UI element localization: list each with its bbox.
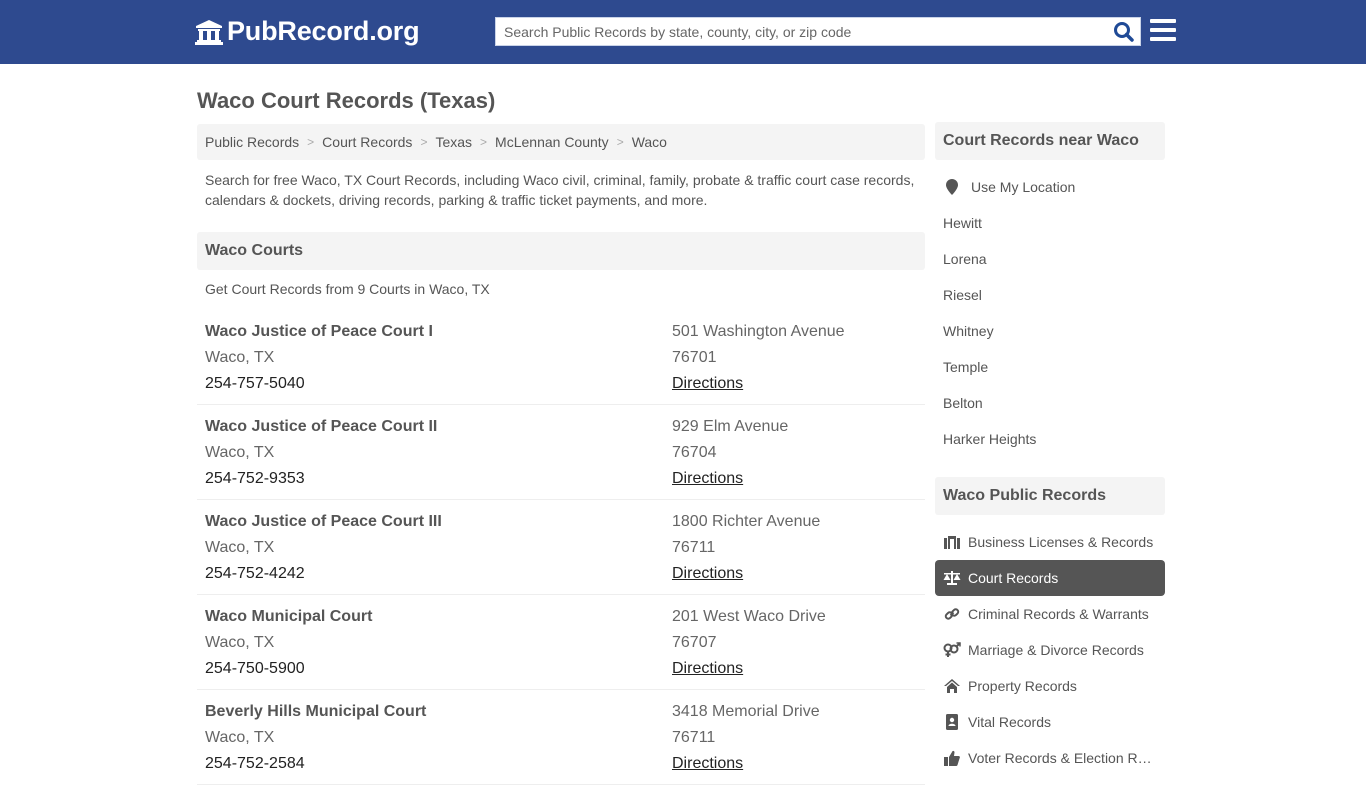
court-zip: 76707 — [672, 634, 717, 651]
courts-section-title: Waco Courts — [197, 232, 925, 270]
court-item: Waco Justice of Peace Court II Waco, TX … — [197, 405, 925, 500]
court-phone[interactable]: 254-752-4242 — [205, 561, 442, 587]
logo-text: PubRecord.org — [227, 16, 420, 46]
address-book-icon — [943, 714, 961, 730]
public-records-section-title: Waco Public Records — [935, 477, 1165, 515]
nearby-city-link[interactable]: Harker Heights — [935, 421, 1165, 457]
court-phone[interactable]: 254-750-5900 — [205, 656, 372, 682]
courthouse-icon — [195, 19, 223, 45]
public-record-link-court[interactable]: Court Records — [935, 560, 1165, 596]
court-address: 1800 Richter Avenue — [672, 513, 821, 530]
court-name[interactable]: Waco Justice of Peace Court III — [205, 509, 442, 535]
breadcrumb-separator: > — [616, 135, 624, 149]
top-navbar: PubRecord.org — [0, 0, 1366, 64]
nearby-city-link[interactable]: Whitney — [935, 313, 1165, 349]
breadcrumb-court-records[interactable]: Court Records — [322, 134, 412, 150]
court-city: Waco, TX — [205, 634, 275, 651]
public-record-link-vital[interactable]: Vital Records — [935, 704, 1165, 740]
nearby-cities-list: Use My Location Hewitt Lorena Riesel Whi… — [935, 169, 1165, 457]
venus-mars-icon — [943, 642, 961, 658]
court-city: Waco, TX — [205, 444, 275, 461]
court-name[interactable]: Waco Justice of Peace Court II — [205, 414, 437, 440]
public-record-label: Court Records — [968, 570, 1059, 586]
court-phone[interactable]: 254-752-9353 — [205, 466, 437, 492]
public-record-link-business[interactable]: Business Licenses & Records — [935, 524, 1165, 560]
court-name[interactable]: Waco Justice of Peace Court I — [205, 319, 433, 345]
court-item: Waco Justice of Peace Court III Waco, TX… — [197, 500, 925, 595]
directions-link[interactable]: Directions — [672, 470, 743, 487]
court-zip: 76711 — [672, 729, 716, 746]
directions-link[interactable]: Directions — [672, 755, 743, 772]
briefcase-icon — [943, 534, 961, 550]
breadcrumb: Public Records > Court Records > Texas >… — [197, 124, 925, 160]
court-phone[interactable]: 254-757-5040 — [205, 371, 433, 397]
nearby-city-link[interactable]: Belton — [935, 385, 1165, 421]
menu-bar — [1150, 19, 1176, 23]
breadcrumb-texas[interactable]: Texas — [435, 134, 472, 150]
courts-list: Waco Justice of Peace Court I Waco, TX 2… — [197, 310, 925, 785]
public-record-label: Property Records — [968, 678, 1077, 694]
near-section-title: Court Records near Waco — [935, 122, 1165, 160]
public-record-label: Voter Records & Election Results — [968, 750, 1158, 766]
use-my-location-label: Use My Location — [971, 179, 1076, 195]
courts-subtitle: Get Court Records from 9 Courts in Waco,… — [205, 281, 490, 297]
balance-scale-icon — [943, 570, 961, 586]
use-my-location-link[interactable]: Use My Location — [935, 169, 1165, 205]
court-name[interactable]: Waco Municipal Court — [205, 604, 372, 630]
court-phone[interactable]: 254-752-2584 — [205, 751, 426, 777]
court-address: 3418 Memorial Drive — [672, 703, 820, 720]
directions-link[interactable]: Directions — [672, 375, 743, 392]
breadcrumb-separator: > — [307, 135, 315, 149]
court-name[interactable]: Beverly Hills Municipal Court — [205, 699, 426, 725]
search-icon — [1114, 22, 1134, 42]
court-zip: 76711 — [672, 539, 716, 556]
breadcrumb-waco[interactable]: Waco — [632, 134, 667, 150]
court-item: Waco Municipal Court Waco, TX 254-750-59… — [197, 595, 925, 690]
home-icon — [943, 678, 961, 694]
court-item: Waco Justice of Peace Court I Waco, TX 2… — [197, 310, 925, 405]
page-title: Waco Court Records (Texas) — [197, 88, 496, 113]
menu-bar — [1150, 37, 1176, 41]
nearby-city-link[interactable]: Lorena — [935, 241, 1165, 277]
public-record-link-property[interactable]: Property Records — [935, 668, 1165, 704]
directions-link[interactable]: Directions — [672, 565, 743, 582]
map-pin-icon — [946, 179, 958, 195]
breadcrumb-separator: > — [480, 135, 488, 149]
court-address: 201 West Waco Drive — [672, 608, 826, 625]
court-zip: 76701 — [672, 349, 717, 366]
court-city: Waco, TX — [205, 539, 275, 556]
directions-link[interactable]: Directions — [672, 660, 743, 677]
search-bar — [495, 17, 1141, 46]
site-logo[interactable]: PubRecord.org — [195, 16, 420, 47]
public-record-label: Business Licenses & Records — [968, 534, 1154, 550]
nearby-city-link[interactable]: Hewitt — [935, 205, 1165, 241]
search-input[interactable] — [496, 18, 1106, 45]
court-city: Waco, TX — [205, 729, 275, 746]
court-city: Waco, TX — [205, 349, 275, 366]
breadcrumb-public-records[interactable]: Public Records — [205, 134, 299, 150]
public-record-label: Marriage & Divorce Records — [968, 642, 1144, 658]
thumbs-up-icon — [943, 750, 961, 766]
hamburger-menu-button[interactable] — [1150, 19, 1176, 43]
breadcrumb-separator: > — [420, 135, 428, 149]
nearby-city-link[interactable]: Temple — [935, 349, 1165, 385]
menu-bar — [1150, 28, 1176, 32]
search-button[interactable] — [1112, 21, 1136, 43]
link-icon — [943, 606, 961, 622]
intro-text: Search for free Waco, TX Court Records, … — [205, 172, 915, 208]
public-record-label: Criminal Records & Warrants — [968, 606, 1149, 622]
public-record-label: Vital Records — [968, 714, 1052, 730]
court-address: 929 Elm Avenue — [672, 418, 789, 435]
court-zip: 76704 — [672, 444, 717, 461]
public-records-list: Business Licenses & Records Court Record… — [935, 524, 1165, 776]
court-item: Beverly Hills Municipal Court Waco, TX 2… — [197, 690, 925, 785]
public-record-link-marriage[interactable]: Marriage & Divorce Records — [935, 632, 1165, 668]
breadcrumb-mclennan-county[interactable]: McLennan County — [495, 134, 609, 150]
public-record-link-voter[interactable]: Voter Records & Election Results — [935, 740, 1165, 776]
court-address: 501 Washington Avenue — [672, 323, 845, 340]
nearby-city-link[interactable]: Riesel — [935, 277, 1165, 313]
public-record-link-criminal[interactable]: Criminal Records & Warrants — [935, 596, 1165, 632]
